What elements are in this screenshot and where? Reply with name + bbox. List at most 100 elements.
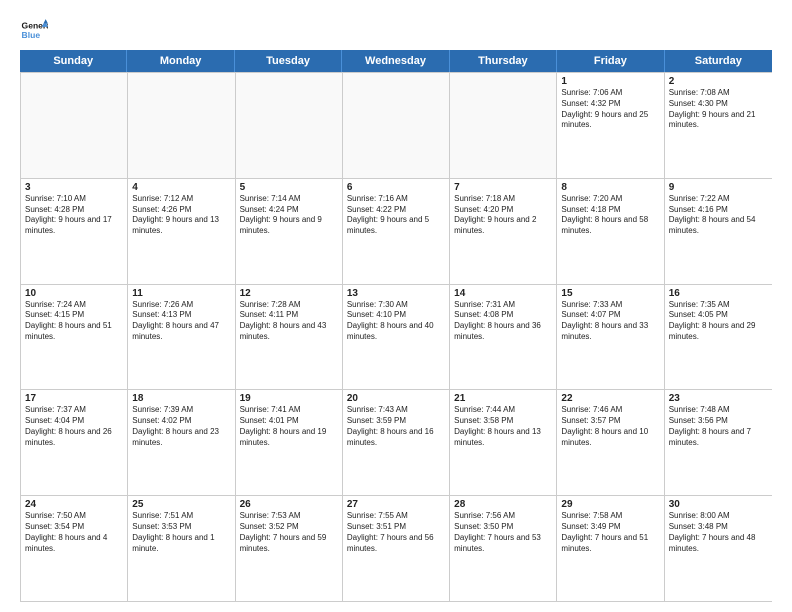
day-number: 2 <box>669 76 768 87</box>
calendar: SundayMondayTuesdayWednesdayThursdayFrid… <box>20 50 772 602</box>
day-number: 27 <box>347 499 445 510</box>
day-info: Sunrise: 7:53 AM Sunset: 3:52 PM Dayligh… <box>240 511 338 554</box>
day-info: Sunrise: 7:55 AM Sunset: 3:51 PM Dayligh… <box>347 511 445 554</box>
calendar-row-2: 3Sunrise: 7:10 AM Sunset: 4:28 PM Daylig… <box>21 178 772 284</box>
day-cell-10: 10Sunrise: 7:24 AM Sunset: 4:15 PM Dayli… <box>21 285 128 390</box>
day-number: 30 <box>669 499 768 510</box>
svg-text:Blue: Blue <box>22 30 41 40</box>
header-day-thursday: Thursday <box>450 50 557 72</box>
day-number: 3 <box>25 182 123 193</box>
day-cell-12: 12Sunrise: 7:28 AM Sunset: 4:11 PM Dayli… <box>236 285 343 390</box>
day-number: 23 <box>669 393 768 404</box>
day-cell-29: 29Sunrise: 7:58 AM Sunset: 3:49 PM Dayli… <box>557 496 664 601</box>
day-number: 28 <box>454 499 552 510</box>
calendar-row-1: 1Sunrise: 7:06 AM Sunset: 4:32 PM Daylig… <box>21 72 772 178</box>
day-number: 20 <box>347 393 445 404</box>
day-cell-27: 27Sunrise: 7:55 AM Sunset: 3:51 PM Dayli… <box>343 496 450 601</box>
empty-cell <box>343 73 450 178</box>
day-info: Sunrise: 7:50 AM Sunset: 3:54 PM Dayligh… <box>25 511 123 554</box>
day-cell-21: 21Sunrise: 7:44 AM Sunset: 3:58 PM Dayli… <box>450 390 557 495</box>
day-cell-1: 1Sunrise: 7:06 AM Sunset: 4:32 PM Daylig… <box>557 73 664 178</box>
day-number: 7 <box>454 182 552 193</box>
empty-cell <box>236 73 343 178</box>
day-info: Sunrise: 7:31 AM Sunset: 4:08 PM Dayligh… <box>454 300 552 343</box>
header-day-friday: Friday <box>557 50 664 72</box>
day-cell-25: 25Sunrise: 7:51 AM Sunset: 3:53 PM Dayli… <box>128 496 235 601</box>
day-info: Sunrise: 7:18 AM Sunset: 4:20 PM Dayligh… <box>454 194 552 237</box>
day-cell-14: 14Sunrise: 7:31 AM Sunset: 4:08 PM Dayli… <box>450 285 557 390</box>
day-cell-3: 3Sunrise: 7:10 AM Sunset: 4:28 PM Daylig… <box>21 179 128 284</box>
day-number: 29 <box>561 499 659 510</box>
day-info: Sunrise: 7:26 AM Sunset: 4:13 PM Dayligh… <box>132 300 230 343</box>
day-info: Sunrise: 7:30 AM Sunset: 4:10 PM Dayligh… <box>347 300 445 343</box>
day-info: Sunrise: 7:58 AM Sunset: 3:49 PM Dayligh… <box>561 511 659 554</box>
day-info: Sunrise: 7:39 AM Sunset: 4:02 PM Dayligh… <box>132 405 230 448</box>
day-number: 9 <box>669 182 768 193</box>
day-info: Sunrise: 7:10 AM Sunset: 4:28 PM Dayligh… <box>25 194 123 237</box>
calendar-row-5: 24Sunrise: 7:50 AM Sunset: 3:54 PM Dayli… <box>21 495 772 601</box>
day-number: 25 <box>132 499 230 510</box>
day-number: 16 <box>669 288 768 299</box>
day-number: 5 <box>240 182 338 193</box>
day-cell-16: 16Sunrise: 7:35 AM Sunset: 4:05 PM Dayli… <box>665 285 772 390</box>
day-number: 4 <box>132 182 230 193</box>
day-cell-11: 11Sunrise: 7:26 AM Sunset: 4:13 PM Dayli… <box>128 285 235 390</box>
day-number: 22 <box>561 393 659 404</box>
day-cell-2: 2Sunrise: 7:08 AM Sunset: 4:30 PM Daylig… <box>665 73 772 178</box>
day-cell-18: 18Sunrise: 7:39 AM Sunset: 4:02 PM Dayli… <box>128 390 235 495</box>
day-info: Sunrise: 7:24 AM Sunset: 4:15 PM Dayligh… <box>25 300 123 343</box>
day-cell-28: 28Sunrise: 7:56 AM Sunset: 3:50 PM Dayli… <box>450 496 557 601</box>
day-cell-19: 19Sunrise: 7:41 AM Sunset: 4:01 PM Dayli… <box>236 390 343 495</box>
day-cell-7: 7Sunrise: 7:18 AM Sunset: 4:20 PM Daylig… <box>450 179 557 284</box>
day-info: Sunrise: 7:14 AM Sunset: 4:24 PM Dayligh… <box>240 194 338 237</box>
header-day-tuesday: Tuesday <box>235 50 342 72</box>
logo: General Blue <box>20 16 48 44</box>
day-number: 17 <box>25 393 123 404</box>
day-info: Sunrise: 7:16 AM Sunset: 4:22 PM Dayligh… <box>347 194 445 237</box>
day-cell-30: 30Sunrise: 8:00 AM Sunset: 3:48 PM Dayli… <box>665 496 772 601</box>
day-cell-26: 26Sunrise: 7:53 AM Sunset: 3:52 PM Dayli… <box>236 496 343 601</box>
day-cell-17: 17Sunrise: 7:37 AM Sunset: 4:04 PM Dayli… <box>21 390 128 495</box>
calendar-row-4: 17Sunrise: 7:37 AM Sunset: 4:04 PM Dayli… <box>21 389 772 495</box>
calendar-body: 1Sunrise: 7:06 AM Sunset: 4:32 PM Daylig… <box>20 72 772 602</box>
day-info: Sunrise: 8:00 AM Sunset: 3:48 PM Dayligh… <box>669 511 768 554</box>
day-info: Sunrise: 7:46 AM Sunset: 3:57 PM Dayligh… <box>561 405 659 448</box>
day-number: 11 <box>132 288 230 299</box>
day-info: Sunrise: 7:28 AM Sunset: 4:11 PM Dayligh… <box>240 300 338 343</box>
day-number: 1 <box>561 76 659 87</box>
day-number: 21 <box>454 393 552 404</box>
day-cell-24: 24Sunrise: 7:50 AM Sunset: 3:54 PM Dayli… <box>21 496 128 601</box>
day-cell-6: 6Sunrise: 7:16 AM Sunset: 4:22 PM Daylig… <box>343 179 450 284</box>
day-number: 18 <box>132 393 230 404</box>
day-cell-15: 15Sunrise: 7:33 AM Sunset: 4:07 PM Dayli… <box>557 285 664 390</box>
day-info: Sunrise: 7:08 AM Sunset: 4:30 PM Dayligh… <box>669 88 768 131</box>
day-cell-13: 13Sunrise: 7:30 AM Sunset: 4:10 PM Dayli… <box>343 285 450 390</box>
day-number: 19 <box>240 393 338 404</box>
day-number: 14 <box>454 288 552 299</box>
day-info: Sunrise: 7:56 AM Sunset: 3:50 PM Dayligh… <box>454 511 552 554</box>
day-number: 6 <box>347 182 445 193</box>
calendar-row-3: 10Sunrise: 7:24 AM Sunset: 4:15 PM Dayli… <box>21 284 772 390</box>
day-info: Sunrise: 7:20 AM Sunset: 4:18 PM Dayligh… <box>561 194 659 237</box>
day-info: Sunrise: 7:41 AM Sunset: 4:01 PM Dayligh… <box>240 405 338 448</box>
day-number: 12 <box>240 288 338 299</box>
empty-cell <box>128 73 235 178</box>
day-cell-23: 23Sunrise: 7:48 AM Sunset: 3:56 PM Dayli… <box>665 390 772 495</box>
day-info: Sunrise: 7:06 AM Sunset: 4:32 PM Dayligh… <box>561 88 659 131</box>
day-cell-20: 20Sunrise: 7:43 AM Sunset: 3:59 PM Dayli… <box>343 390 450 495</box>
day-number: 26 <box>240 499 338 510</box>
day-number: 15 <box>561 288 659 299</box>
day-info: Sunrise: 7:22 AM Sunset: 4:16 PM Dayligh… <box>669 194 768 237</box>
header-day-monday: Monday <box>127 50 234 72</box>
day-number: 13 <box>347 288 445 299</box>
day-info: Sunrise: 7:12 AM Sunset: 4:26 PM Dayligh… <box>132 194 230 237</box>
day-info: Sunrise: 7:44 AM Sunset: 3:58 PM Dayligh… <box>454 405 552 448</box>
empty-cell <box>450 73 557 178</box>
day-info: Sunrise: 7:35 AM Sunset: 4:05 PM Dayligh… <box>669 300 768 343</box>
day-info: Sunrise: 7:37 AM Sunset: 4:04 PM Dayligh… <box>25 405 123 448</box>
day-info: Sunrise: 7:51 AM Sunset: 3:53 PM Dayligh… <box>132 511 230 554</box>
header-day-sunday: Sunday <box>20 50 127 72</box>
day-info: Sunrise: 7:48 AM Sunset: 3:56 PM Dayligh… <box>669 405 768 448</box>
day-number: 10 <box>25 288 123 299</box>
header-day-saturday: Saturday <box>665 50 772 72</box>
